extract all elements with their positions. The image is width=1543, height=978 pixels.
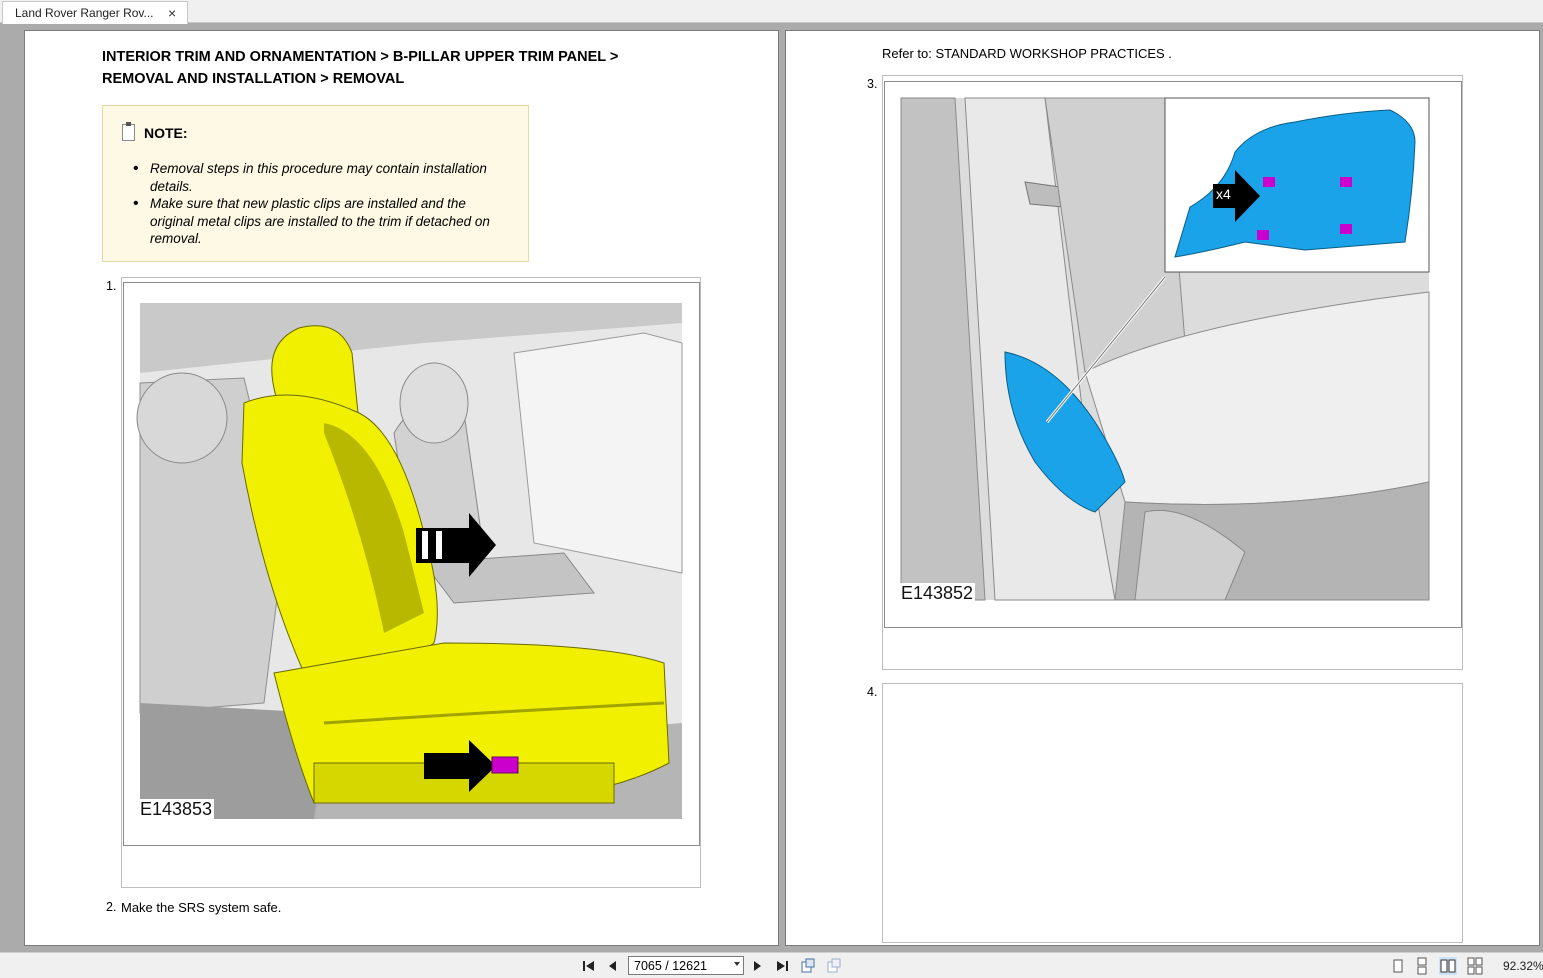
step-4-number: 4.: [867, 685, 878, 699]
step-3-figure-frame: E143852 x4: [884, 81, 1462, 628]
refer-text: Refer to: STANDARD WORKSHOP PRACTICES .: [882, 46, 1172, 61]
zoom-level[interactable]: 92.32%: [1503, 959, 1543, 973]
step-3-number: 3.: [867, 77, 878, 91]
page-left: INTERIOR TRIM AND ORNAMENTATION > B-PILL…: [24, 30, 779, 946]
step-3-figure-code: E143852: [899, 583, 976, 604]
step-4-box: [882, 683, 1463, 943]
step-2-number: 2.: [106, 900, 117, 914]
prev-view-icon[interactable]: [799, 957, 817, 975]
chevron-down-icon[interactable]: [734, 962, 740, 966]
document-tab[interactable]: Land Rover Ranger Rov... ×: [2, 1, 188, 24]
continuous-icon[interactable]: [1413, 957, 1431, 975]
tab-close-icon[interactable]: ×: [168, 5, 176, 21]
note-item: Make sure that new plastic clips are ins…: [133, 195, 513, 248]
note-list: Removal steps in this procedure may cont…: [133, 160, 513, 248]
note-box: NOTE: Removal steps in this procedure ma…: [102, 105, 529, 262]
navigation-toolbar: 7065 / 12621 92.32%: [0, 952, 1543, 978]
next-page-icon[interactable]: [748, 957, 766, 975]
first-page-icon[interactable]: [580, 957, 598, 975]
step-3-callout: x4: [1216, 186, 1231, 202]
note-clipboard-icon: [122, 122, 135, 141]
step-1-figure-code: E143853: [138, 799, 215, 820]
page-number-input[interactable]: 7065 / 12621: [628, 956, 744, 975]
step-2-text: Make the SRS system safe.: [121, 900, 282, 915]
prev-page-icon[interactable]: [604, 957, 622, 975]
page-heading: INTERIOR TRIM AND ORNAMENTATION > B-PILL…: [102, 49, 619, 87]
seat-illustration: [136, 303, 683, 819]
last-page-icon[interactable]: [773, 957, 791, 975]
facing-icon[interactable]: [1439, 957, 1457, 975]
tab-title[interactable]: Land Rover Ranger Rov...: [15, 6, 154, 20]
note-title: NOTE:: [144, 125, 188, 141]
page-indicator-text[interactable]: 7065 / 12621: [634, 959, 707, 973]
b-pillar-illustration: [900, 97, 1430, 601]
note-item: Removal steps in this procedure may cont…: [133, 160, 513, 195]
tab-bar: Land Rover Ranger Rov... ×: [0, 0, 1543, 24]
next-view-icon[interactable]: [825, 957, 843, 975]
single-page-icon[interactable]: [1389, 957, 1407, 975]
step-1-number: 1.: [106, 279, 117, 293]
page-right: Refer to: STANDARD WORKSHOP PRACTICES . …: [785, 30, 1540, 946]
document-viewer[interactable]: INTERIOR TRIM AND ORNAMENTATION > B-PILL…: [0, 24, 1543, 950]
continuous-facing-icon[interactable]: [1466, 957, 1484, 975]
step-1-figure-frame: E143853: [123, 282, 700, 846]
